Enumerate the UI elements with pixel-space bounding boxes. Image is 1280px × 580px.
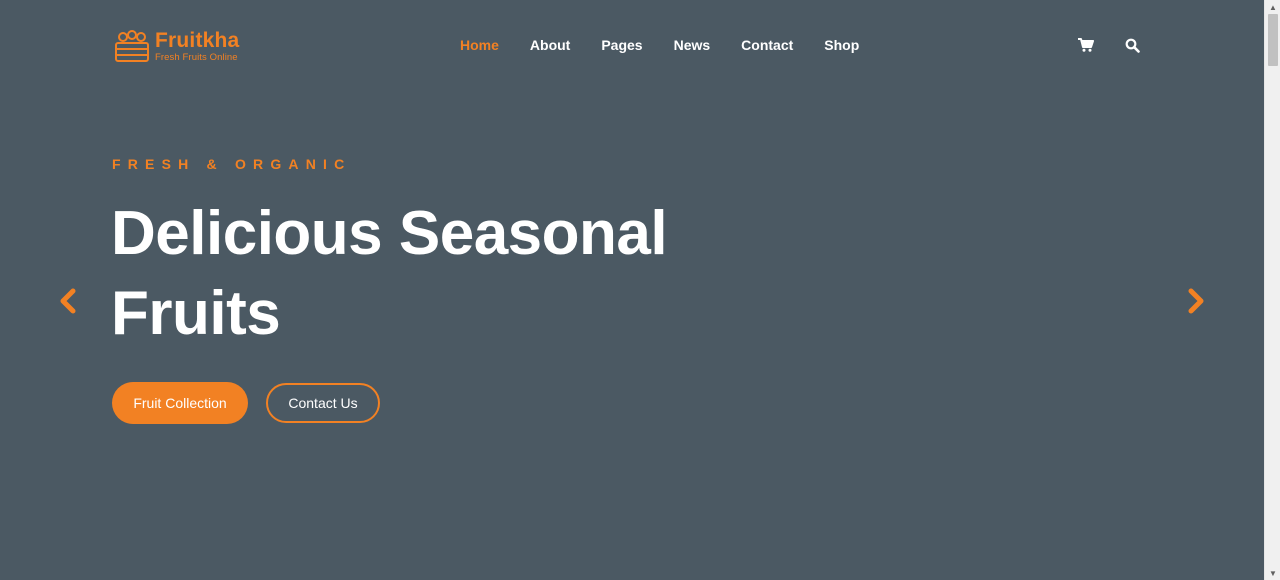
slider-next-button[interactable]	[1185, 286, 1207, 316]
logo-text: Fruitkha Fresh Fruits Online	[155, 30, 239, 63]
search-icon[interactable]	[1123, 36, 1141, 54]
shopping-cart-icon[interactable]	[1077, 36, 1095, 54]
scroll-up-arrow-icon[interactable]: ▲	[1265, 0, 1280, 14]
hero-title: Delicious Seasonal Fruits	[111, 194, 751, 354]
nav-item-shop[interactable]: Shop	[824, 36, 859, 54]
chevron-right-icon	[1188, 288, 1204, 314]
brand-tagline: Fresh Fruits Online	[155, 51, 238, 63]
brand-name: Fruitkha	[155, 28, 240, 52]
fruit-collection-button[interactable]: Fruit Collection	[112, 382, 248, 424]
slider-prev-button[interactable]	[57, 286, 79, 316]
chevron-left-icon	[60, 288, 76, 314]
nav-item-about[interactable]: About	[530, 36, 570, 54]
hero-title-line-1: Delicious Seasonal	[111, 199, 668, 268]
fruit-basket-icon	[115, 30, 149, 62]
hero-page: Fruitkha Fresh Fruits Online Home About …	[0, 0, 1264, 580]
page-scrollbar[interactable]: ▲ ▼	[1264, 0, 1280, 580]
nav-item-pages[interactable]: Pages	[601, 36, 642, 54]
main-nav: Home About Pages News Contact Shop	[460, 36, 890, 54]
contact-us-button[interactable]: Contact Us	[266, 383, 380, 423]
nav-item-home[interactable]: Home	[460, 36, 499, 54]
hero-eyebrow: FRESH & ORGANIC	[112, 156, 352, 172]
header-icons	[1077, 36, 1141, 54]
hero-title-line-2: Fruits	[111, 279, 281, 348]
nav-item-contact[interactable]: Contact	[741, 36, 793, 54]
scroll-down-arrow-icon[interactable]: ▼	[1265, 566, 1280, 580]
site-logo[interactable]: Fruitkha Fresh Fruits Online	[113, 28, 239, 64]
nav-item-news[interactable]: News	[674, 36, 711, 54]
scrollbar-thumb[interactable]	[1268, 14, 1278, 66]
